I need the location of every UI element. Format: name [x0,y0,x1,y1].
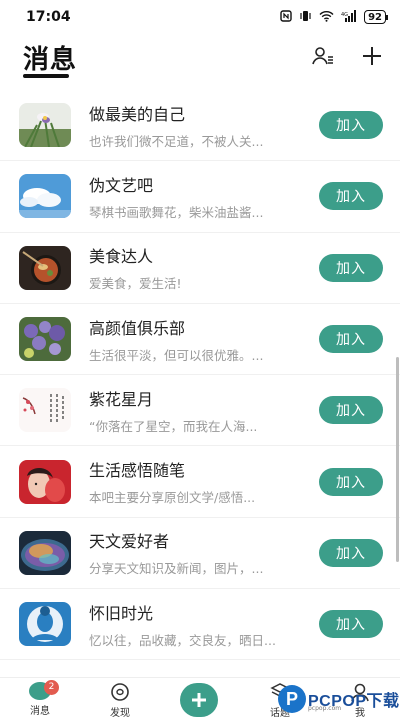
signal-icon: 4G [341,9,357,25]
add-button[interactable] [356,40,388,72]
list-item[interactable]: 生活感悟随笔 本吧主要分享原创文学/感悟... 加入 [0,446,400,518]
join-button[interactable]: 加入 [319,610,383,639]
group-desc: “你落在了星空，而我在人海... [89,418,258,434]
group-avatar [19,245,71,290]
group-avatar [19,174,71,219]
group-desc: 爱美食，爱生活! [89,276,182,292]
group-name: 高颜值俱乐部 [89,318,186,338]
join-button[interactable]: 加入 [319,538,383,567]
list-item[interactable]: 天文爱好者 分享天文知识及新闻，图片，... 加入 [0,518,400,590]
plus-icon [363,47,381,65]
group-desc: 本吧主要分享原创文学/感悟... [89,490,256,506]
vibrate-icon [299,10,312,25]
contacts-icon [312,47,333,65]
scrollbar[interactable] [396,357,399,562]
status-time: 17:04 [26,9,71,25]
group-name: 美食达人 [89,247,154,267]
join-button[interactable]: 加入 [319,253,383,282]
svg-text:4G: 4G [341,12,348,18]
group-name: 做最美的自己 [89,104,186,124]
group-desc: 琴棋书画歌舞花，柴米油盐酱... [89,204,264,220]
create-button[interactable] [180,683,218,717]
list-item[interactable]: 伪文艺吧 琴棋书画歌舞花，柴米油盐酱... 加入 [0,161,400,233]
status-bar: 17:04 4G 92 [0,0,400,34]
join-button[interactable]: 加入 [319,182,383,211]
unread-badge: 2 [44,680,59,695]
group-name: 伪文艺吧 [89,175,154,195]
watermark-sub: pcpop.com [308,705,342,712]
group-avatar [19,459,71,504]
tab-label: 发现 [110,708,130,719]
join-button[interactable]: 加入 [319,467,383,496]
watermark: P PCPOP下载 pcpop.com [278,684,400,714]
group-name: 怀旧时光 [89,603,154,623]
contacts-button[interactable] [307,40,339,72]
group-avatar [19,530,71,575]
wifi-icon [319,10,334,25]
page-title: 消息 [23,45,78,75]
group-name: 天文爱好者 [89,532,170,552]
tab-messages[interactable]: 2 消息 [20,680,60,717]
group-avatar [19,103,71,148]
title-underline [23,74,69,78]
group-desc: 忆以往，品收藏，交良友，晒日... [89,632,276,648]
join-button[interactable]: 加入 [319,325,383,354]
header: 消息 [0,34,400,84]
tab-label: 消息 [30,706,50,717]
list-item[interactable]: 做最美的自己 也许我们微不足道，不被人关... 加入 [0,90,400,162]
battery-indicator: 92 [364,10,386,24]
status-icons: 4G 92 [280,9,386,25]
tab-discover[interactable]: 发现 [100,682,140,719]
group-avatar [19,317,71,362]
group-avatar [19,602,71,647]
discover-icon [109,682,131,702]
list-item[interactable]: 高颜值俱乐部 生活很平淡，但可以很优雅。... 加入 [0,304,400,376]
list-item[interactable]: 怀旧时光 忆以往，品收藏，交良友，晒日... 加入 [0,589,400,661]
list-item[interactable]: 紫花星月 “你落在了星空，而我在人海... 加入 [0,375,400,447]
plus-icon [192,693,206,707]
join-button[interactable]: 加入 [319,396,383,425]
nfc-icon [280,9,292,25]
group-desc: 生活很平淡，但可以很优雅。... [89,347,264,363]
group-list: 做最美的自己 也许我们微不足道，不被人关... 加入 伪文艺吧 琴棋书画歌舞花，… [0,90,400,661]
group-avatar [19,388,71,433]
group-name: 紫花星月 [89,389,154,409]
group-name: 生活感悟随笔 [89,461,186,481]
group-desc: 也许我们微不足道，不被人关... [89,133,264,149]
list-item[interactable]: 美食达人 爱美食，爱生活! 加入 [0,233,400,304]
watermark-logo-icon: P [278,685,306,713]
group-desc: 分享天文知识及新闻，图片，... [89,561,264,577]
join-button[interactable]: 加入 [319,111,383,140]
